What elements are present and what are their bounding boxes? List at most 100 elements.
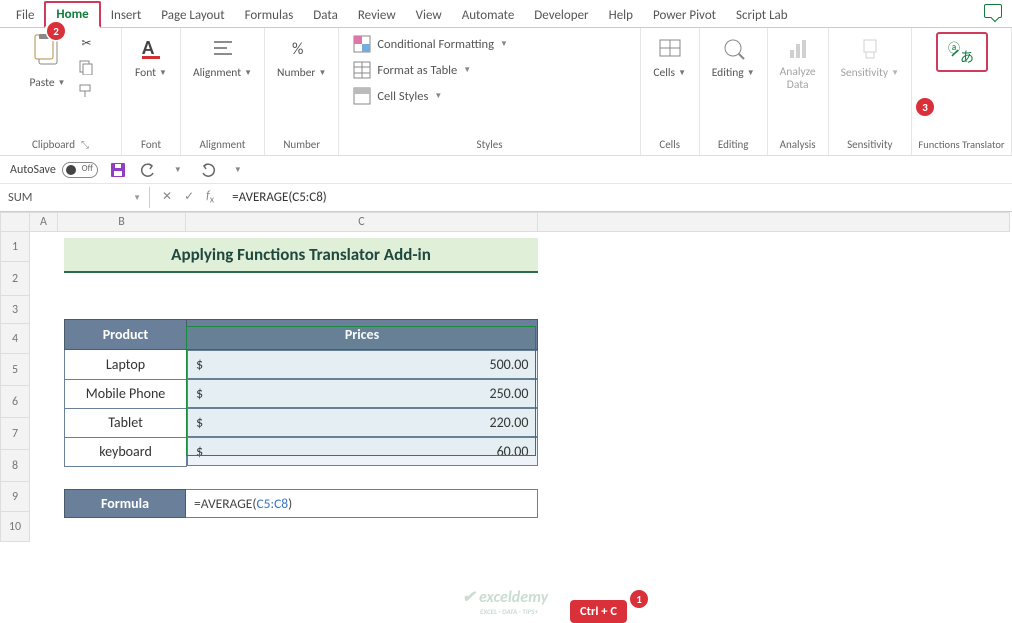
format-painter-icon[interactable] xyxy=(77,82,95,100)
tab-page-layout[interactable]: Page Layout xyxy=(151,4,234,27)
editing-dropdown[interactable]: Editing▼ xyxy=(706,32,761,82)
column-headers: ABC xyxy=(30,212,1010,232)
cells-dropdown[interactable]: Cells▼ xyxy=(647,32,693,82)
row-header-1[interactable]: 1 xyxy=(0,232,30,262)
ft-group-label: Functions Translator xyxy=(918,136,1004,153)
cells-area[interactable]: Applying Functions Translator Add-in Pro… xyxy=(30,232,1012,542)
number-dropdown[interactable]: % Number▼ xyxy=(271,32,332,82)
tab-insert[interactable]: Insert xyxy=(101,4,152,27)
formula-prefix: =AVERAGE( xyxy=(194,495,256,512)
row-header-10[interactable]: 10 xyxy=(0,512,30,542)
conditional-formatting-button[interactable]: Conditional Formatting▼ xyxy=(349,32,512,56)
undo-dropdown-icon[interactable]: ▼ xyxy=(168,160,188,180)
cut-icon[interactable]: ✂ xyxy=(77,34,95,52)
comment-icon xyxy=(984,4,1002,18)
chevron-down-icon: ▼ xyxy=(58,78,66,88)
svg-text:%: % xyxy=(292,40,303,59)
formula-bar-buttons: ✕ ✓ fx xyxy=(150,189,226,205)
formula-bar-input[interactable]: =AVERAGE(C5:C8) xyxy=(226,187,1012,208)
cell-price[interactable]: $500.00 xyxy=(187,350,538,379)
tab-view[interactable]: View xyxy=(406,4,452,27)
group-number: % Number▼ Number xyxy=(265,28,339,155)
sensitivity-button[interactable]: Sensitivity▼ xyxy=(835,32,905,82)
row-header-4[interactable]: 4 xyxy=(0,324,30,354)
cell-product[interactable]: keyboard xyxy=(65,437,187,466)
tab-developer[interactable]: Developer xyxy=(524,4,598,27)
row-header-8[interactable]: 8 xyxy=(0,450,30,482)
select-all-corner[interactable] xyxy=(0,212,30,232)
paste-label: Paste xyxy=(30,76,55,90)
tab-script-lab[interactable]: Script Lab xyxy=(726,4,798,27)
formula-label: Formula xyxy=(64,489,186,518)
tab-formulas[interactable]: Formulas xyxy=(235,4,304,27)
functions-translator-button[interactable]: ⓐあ xyxy=(936,32,988,72)
badge-2: 2 xyxy=(47,22,65,40)
paste-button[interactable]: Paste▼ xyxy=(24,32,72,92)
column-header-blank[interactable] xyxy=(538,212,1010,232)
cell-price[interactable]: $220.00 xyxy=(187,408,538,437)
chevron-down-icon: ▼ xyxy=(434,91,442,101)
editing-group-label: Editing xyxy=(718,136,749,153)
format-as-table-button[interactable]: Format as Table▼ xyxy=(349,58,512,82)
tab-file[interactable]: File xyxy=(6,4,44,27)
tab-review[interactable]: Review xyxy=(348,4,406,27)
tab-help[interactable]: Help xyxy=(599,4,643,27)
editing-label: Editing xyxy=(712,66,744,80)
save-icon[interactable] xyxy=(108,160,128,180)
chevron-down-icon: ▼ xyxy=(678,68,686,78)
copy-icon[interactable] xyxy=(77,58,95,76)
chevron-down-icon: ▼ xyxy=(244,68,252,78)
tab-automate[interactable]: Automate xyxy=(452,4,525,27)
fx-icon[interactable]: fx xyxy=(206,189,214,205)
group-font: A Font▼ Font xyxy=(122,28,181,155)
sheet-title: Applying Functions Translator Add-in xyxy=(64,238,538,273)
cell-price[interactable]: $250.00 xyxy=(187,379,538,408)
undo-icon[interactable] xyxy=(138,160,158,180)
chevron-down-icon: ▼ xyxy=(891,68,899,78)
analyze-label: AnalyzeData xyxy=(780,66,816,91)
column-header-B[interactable]: B xyxy=(58,212,186,232)
tab-power-pivot[interactable]: Power Pivot xyxy=(643,4,726,27)
cell-price[interactable]: $60.00 xyxy=(187,437,538,466)
analysis-group-label: Analysis xyxy=(780,136,816,153)
chevron-down-icon: ▼ xyxy=(318,68,326,78)
table-row: Mobile Phone$250.00 xyxy=(65,379,538,408)
header-product: Product xyxy=(65,320,187,350)
table-row: Tablet$220.00 xyxy=(65,408,538,437)
alignment-dropdown[interactable]: Alignment▼ xyxy=(187,32,258,82)
row-header-3[interactable]: 3 xyxy=(0,296,30,324)
chevron-down-icon: ▼ xyxy=(133,193,141,203)
row-headers: 12345678910 xyxy=(0,232,30,542)
comments-button[interactable] xyxy=(984,4,1002,18)
redo-icon[interactable] xyxy=(198,160,218,180)
svg-text:EXCEL · DATA · TIPS+: EXCEL · DATA · TIPS+ xyxy=(480,607,539,616)
row-header-7[interactable]: 7 xyxy=(0,418,30,450)
row-header-6[interactable]: 6 xyxy=(0,386,30,418)
formula-cell[interactable]: =AVERAGE(C5:C8) xyxy=(186,489,538,518)
cell-product[interactable]: Mobile Phone xyxy=(65,379,187,408)
chevron-down-icon: ▼ xyxy=(159,68,167,78)
cell-product[interactable]: Tablet xyxy=(65,408,187,437)
group-alignment: Alignment▼ Alignment xyxy=(181,28,265,155)
cell-styles-button[interactable]: Cell Styles▼ xyxy=(349,84,512,108)
row-header-2[interactable]: 2 xyxy=(0,262,30,296)
group-cells: Cells▼ Cells xyxy=(641,28,700,155)
font-dropdown[interactable]: A Font▼ xyxy=(128,32,174,82)
tab-data[interactable]: Data xyxy=(303,4,348,27)
row-header-9[interactable]: 9 xyxy=(0,482,30,512)
column-header-C[interactable]: C xyxy=(186,212,538,232)
enter-icon[interactable]: ✓ xyxy=(184,189,194,205)
clipboard-launcher-icon[interactable]: ⤡ xyxy=(81,138,89,151)
number-group-label: Number xyxy=(283,136,320,153)
column-header-A[interactable]: A xyxy=(30,212,58,232)
redo-dropdown-icon[interactable]: ▼ xyxy=(228,160,248,180)
row-header-5[interactable]: 5 xyxy=(0,354,30,386)
alignment-label: Alignment xyxy=(193,66,241,80)
cancel-icon[interactable]: ✕ xyxy=(162,189,172,205)
analyze-data-button[interactable]: AnalyzeData xyxy=(774,32,822,93)
autosave-toggle[interactable]: AutoSave Off xyxy=(10,162,98,178)
name-box[interactable]: SUM ▼ xyxy=(0,187,150,208)
group-editing: Editing▼ Editing xyxy=(700,28,768,155)
cell-product[interactable]: Laptop xyxy=(65,350,187,380)
toggle-switch[interactable]: Off xyxy=(62,162,98,178)
